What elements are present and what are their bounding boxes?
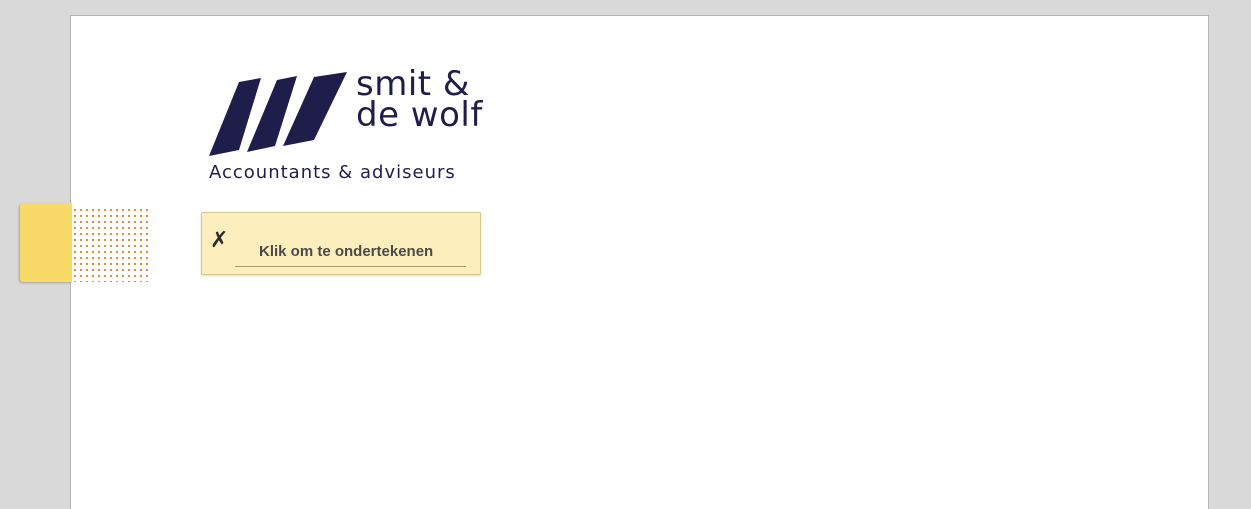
signature-x-icon: ✗ xyxy=(210,228,229,253)
signature-navigation-tab[interactable] xyxy=(20,203,149,282)
tab-dotted-pattern xyxy=(72,207,149,282)
company-logo: smit & de wolf Accountants & adviseurs xyxy=(209,67,509,189)
signature-line xyxy=(235,266,466,267)
signature-field[interactable]: ✗ Klik om te ondertekenen xyxy=(201,212,481,275)
logo-tagline: Accountants & adviseurs xyxy=(209,162,456,183)
tab-yellow-flag[interactable] xyxy=(20,203,72,282)
signature-field-label[interactable]: Klik om te ondertekenen xyxy=(259,243,433,260)
logo-wordmark: smit & de wolf xyxy=(356,67,483,135)
logo-stripes-icon xyxy=(209,72,347,156)
logo-name-line2: de wolf xyxy=(356,95,483,135)
